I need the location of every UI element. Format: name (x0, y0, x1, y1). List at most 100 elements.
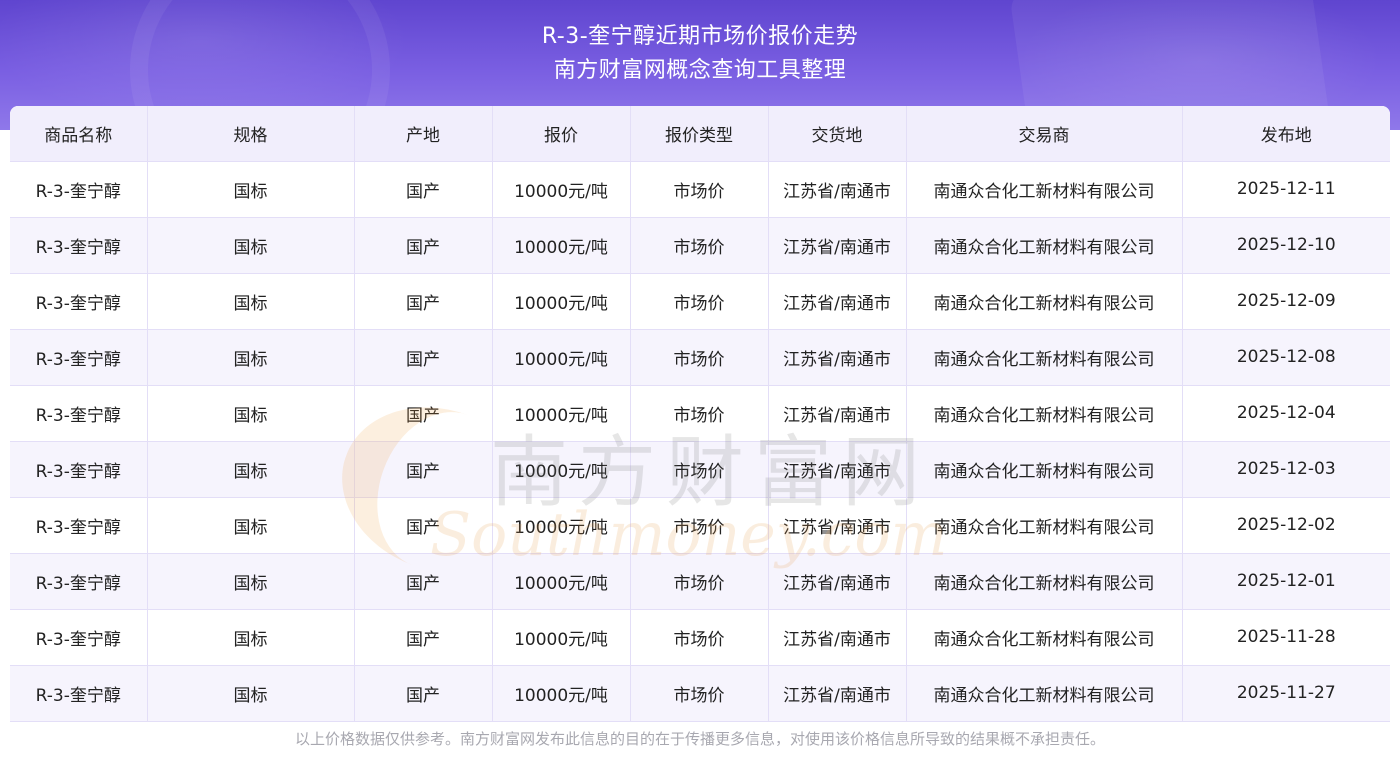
table-row: R-3-奎宁醇 国标 国产 10000元/吨 市场价 江苏省/南通市 南通众合化工新材料有限… (10, 665, 1390, 722)
table-cell: R-3-奎宁醇 (10, 329, 148, 386)
table-cell: 江苏省/南通市 (768, 217, 907, 274)
table-cell: 2025-12-02 (1182, 497, 1390, 554)
table-cell: 市场价 (630, 273, 769, 330)
table-cell: 国标 (147, 665, 355, 722)
table-cell: 南通众合化工新材料有限公司 (906, 217, 1183, 274)
table-cell: 10000元/吨 (492, 609, 631, 666)
table-cell: 江苏省/南通市 (768, 497, 907, 554)
table-cell: 国标 (147, 553, 355, 610)
table-cell: R-3-奎宁醇 (10, 385, 148, 442)
table-row: R-3-奎宁醇 国标 国产 10000元/吨 市场价 江苏省/南通市 南通众合化工新材料有限… (10, 161, 1390, 218)
table-cell: 南通众合化工新材料有限公司 (906, 273, 1183, 330)
table-row: R-3-奎宁醇 国标 国产 10000元/吨 市场价 江苏省/南通市 南通众合化工新材料有限… (10, 329, 1390, 386)
table-cell: 国标 (147, 609, 355, 666)
table-cell: 国标 (147, 273, 355, 330)
table-cell: 2025-12-08 (1182, 329, 1390, 386)
column-header: 交货地 (768, 106, 907, 162)
table-cell: 国标 (147, 161, 355, 218)
table-cell: 国产 (354, 329, 493, 386)
table-cell: 国标 (147, 329, 355, 386)
price-table: 商品名称 规格 产地 报价 报价类型 交货地 交易商 发布地 R-3-奎宁醇 国标 国产 10000… (10, 106, 1390, 722)
table-cell: 江苏省/南通市 (768, 385, 907, 442)
table-cell: 2025-12-11 (1182, 161, 1390, 218)
table-cell: 南通众合化工新材料有限公司 (906, 329, 1183, 386)
table-cell: 南通众合化工新材料有限公司 (906, 441, 1183, 498)
table-cell: 国产 (354, 441, 493, 498)
table-cell: 市场价 (630, 217, 769, 274)
table-cell: 2025-11-27 (1182, 665, 1390, 722)
table-cell: 市场价 (630, 665, 769, 722)
column-header: 商品名称 (10, 106, 148, 162)
table-cell: 10000元/吨 (492, 217, 631, 274)
table-cell: 江苏省/南通市 (768, 553, 907, 610)
table-cell: 市场价 (630, 497, 769, 554)
table-cell: R-3-奎宁醇 (10, 665, 148, 722)
table-cell: 国产 (354, 273, 493, 330)
table-cell: 国产 (354, 385, 493, 442)
table-cell: 2025-12-09 (1182, 273, 1390, 330)
title-line-1: R-3-奎宁醇近期市场价报价走势 (541, 24, 859, 49)
table-cell: 南通众合化工新材料有限公司 (906, 665, 1183, 722)
table-cell: 国产 (354, 609, 493, 666)
table-row: R-3-奎宁醇 国标 国产 10000元/吨 市场价 江苏省/南通市 南通众合化工新材料有限… (10, 273, 1390, 330)
table-cell: 市场价 (630, 609, 769, 666)
table-cell: 南通众合化工新材料有限公司 (906, 497, 1183, 554)
column-header: 交易商 (906, 106, 1183, 162)
table-cell: 10000元/吨 (492, 497, 631, 554)
table-cell: 南通众合化工新材料有限公司 (906, 609, 1183, 666)
table-cell: 江苏省/南通市 (768, 665, 907, 722)
table-cell: 市场价 (630, 441, 769, 498)
table-cell: R-3-奎宁醇 (10, 273, 148, 330)
table-cell: R-3-奎宁醇 (10, 161, 148, 218)
table-cell: R-3-奎宁醇 (10, 497, 148, 554)
table-cell: 江苏省/南通市 (768, 273, 907, 330)
title-line-2: 南方财富网概念查询工具整理 (553, 58, 847, 83)
table-cell: 国产 (354, 665, 493, 722)
column-header: 产地 (354, 106, 493, 162)
table-cell: 南通众合化工新材料有限公司 (906, 161, 1183, 218)
table-cell: R-3-奎宁醇 (10, 609, 148, 666)
table-row: R-3-奎宁醇 国标 国产 10000元/吨 市场价 江苏省/南通市 南通众合化工新材料有限… (10, 609, 1390, 666)
table-cell: 国标 (147, 441, 355, 498)
table-cell: 市场价 (630, 161, 769, 218)
table-cell: 2025-12-04 (1182, 385, 1390, 442)
table-row: R-3-奎宁醇 国标 国产 10000元/吨 市场价 江苏省/南通市 南通众合化工新材料有限… (10, 385, 1390, 442)
table-cell: 10000元/吨 (492, 273, 631, 330)
table-cell: 2025-11-28 (1182, 609, 1390, 666)
table-cell: 江苏省/南通市 (768, 161, 907, 218)
table-cell: 国产 (354, 161, 493, 218)
disclaimer-text: 以上价格数据仅供参考。南方财富网发布此信息的目的在于传播更多信息，对使用该价格信… (10, 722, 1390, 756)
table-cell: 10000元/吨 (492, 329, 631, 386)
table-cell: 2025-12-10 (1182, 217, 1390, 274)
table-cell: R-3-奎宁醇 (10, 553, 148, 610)
page-title: R-3-奎宁醇近期市场价报价走势 南方财富网概念查询工具整理 (0, 20, 1400, 88)
table-cell: 市场价 (630, 329, 769, 386)
table-cell: 国标 (147, 385, 355, 442)
table-cell: 市场价 (630, 553, 769, 610)
table-header-row: 商品名称 规格 产地 报价 报价类型 交货地 交易商 发布地 (10, 106, 1390, 162)
table-cell: 南通众合化工新材料有限公司 (906, 385, 1183, 442)
table-cell: 江苏省/南通市 (768, 441, 907, 498)
table-cell: 10000元/吨 (492, 385, 631, 442)
table-row: R-3-奎宁醇 国标 国产 10000元/吨 市场价 江苏省/南通市 南通众合化工新材料有限… (10, 441, 1390, 498)
table-cell: 国产 (354, 497, 493, 554)
column-header: 报价类型 (630, 106, 769, 162)
table-cell: 南通众合化工新材料有限公司 (906, 553, 1183, 610)
column-header: 报价 (492, 106, 631, 162)
table-cell: 10000元/吨 (492, 665, 631, 722)
table-cell: 2025-12-03 (1182, 441, 1390, 498)
column-header: 发布地 (1182, 106, 1390, 162)
table-row: R-3-奎宁醇 国标 国产 10000元/吨 市场价 江苏省/南通市 南通众合化工新材料有限… (10, 553, 1390, 610)
table-row: R-3-奎宁醇 国标 国产 10000元/吨 市场价 江苏省/南通市 南通众合化工新材料有限… (10, 217, 1390, 274)
table-cell: 10000元/吨 (492, 161, 631, 218)
table-cell: 10000元/吨 (492, 553, 631, 610)
table-cell: 市场价 (630, 385, 769, 442)
table-cell: 10000元/吨 (492, 441, 631, 498)
table-cell: 国产 (354, 217, 493, 274)
table-cell: R-3-奎宁醇 (10, 217, 148, 274)
table-cell: 国标 (147, 497, 355, 554)
table-body: R-3-奎宁醇 国标 国产 10000元/吨 市场价 江苏省/南通市 南通众合化工新材料有限… (10, 161, 1390, 722)
table-cell: 2025-12-01 (1182, 553, 1390, 610)
column-header: 规格 (147, 106, 355, 162)
price-table-card: 商品名称 规格 产地 报价 报价类型 交货地 交易商 发布地 R-3-奎宁醇 国标 国产 10000… (10, 106, 1390, 758)
